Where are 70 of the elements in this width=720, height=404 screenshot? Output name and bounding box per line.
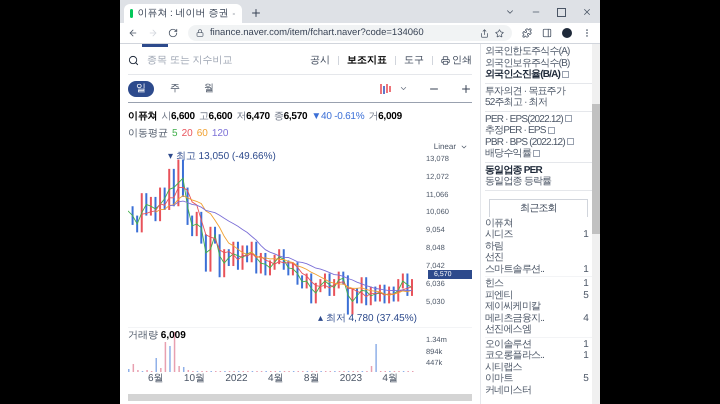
toolbar-link[interactable]: 공시 xyxy=(310,53,330,68)
stock-name: 이퓨쳐 xyxy=(128,110,158,124)
recent-stock-link[interactable]: 제이씨케미칼 xyxy=(485,301,540,312)
info-label: 동일업종 등락률 xyxy=(485,176,552,188)
high-price-marker: ▾ 최고 13,050 (-49.66%) xyxy=(168,150,276,164)
recent-stock-count: 4 xyxy=(583,312,588,324)
info-label: 투자의견 · 목표주가 xyxy=(485,86,567,97)
quote-field: 시6,600 xyxy=(161,109,195,124)
moving-average-label: 이동평균 xyxy=(128,127,168,141)
recent-stock-link[interactable]: 이마트 xyxy=(485,373,513,384)
quote-field: 종6,570 xyxy=(274,109,308,124)
info-label: 배당수익률 xyxy=(485,148,592,160)
recent-stock-link[interactable]: 코오롱플라스.. xyxy=(485,350,544,362)
date-axis-label: 6월 xyxy=(148,373,164,385)
moving-average-period: 20 xyxy=(182,127,193,141)
tab-title: 이퓨쳐 : 네이버 증권 xyxy=(137,7,228,21)
recent-stock-count: 1 xyxy=(583,278,588,290)
recent-stock-link[interactable]: 스마트솔루션.. xyxy=(485,264,544,275)
quote-volume: 거6,009 xyxy=(368,110,402,124)
recent-stock-count: 1 xyxy=(583,264,588,275)
recent-stock-count: 1 xyxy=(583,229,588,240)
recent-stock-link[interactable]: 힌스 xyxy=(485,278,504,290)
recent-stock-count: 1 xyxy=(583,338,588,350)
price-change: ▼40 -0.61% xyxy=(311,110,364,124)
date-axis-label: 4월 xyxy=(382,373,398,385)
recent-stock-link[interactable]: 피엔티 xyxy=(485,290,513,301)
moving-average-period: 60 xyxy=(196,127,208,141)
toolbar-link[interactable]: 도구 xyxy=(404,53,424,68)
date-axis-label: 2022 xyxy=(225,373,248,385)
period-tab[interactable]: 주 xyxy=(162,80,188,96)
quote-field: 고6,600 xyxy=(198,109,232,124)
date-axis-label: 2023 xyxy=(340,373,362,385)
recent-stock-link[interactable]: 하림 xyxy=(485,240,504,252)
recent-stock-link[interactable]: 선진 xyxy=(485,252,504,264)
recent-stock-link[interactable]: 메리츠금융지.. xyxy=(485,312,544,324)
address-field[interactable]: finance.naver.com/item/fchart.naver?code=134060 xyxy=(188,25,512,41)
search-field[interactable]: 종목 또는 지수비교 xyxy=(147,53,302,68)
recent-stock-count: 1 xyxy=(583,350,588,362)
recent-stock-link[interactable]: 커네미스터 xyxy=(485,384,532,396)
info-label: 외국인보유주식수(B) xyxy=(485,58,571,69)
period-tab[interactable]: 일 xyxy=(128,80,154,96)
date-axis-label: 4월 xyxy=(268,373,284,385)
quote-field: 저6,470 xyxy=(236,109,270,124)
toolbar-link[interactable]: 보조지표 xyxy=(347,53,387,68)
recent-stock-link[interactable]: 오이솔루션 xyxy=(485,338,532,350)
recent-stock-count: 5 xyxy=(583,373,588,384)
scale-selector[interactable]: Linear xyxy=(434,141,456,153)
recent-stock-link[interactable]: 이퓨쳐 xyxy=(485,218,513,229)
low-price-marker: ▴ 최저 4,780 (37.45%) xyxy=(318,312,417,326)
recent-views-tab[interactable]: 최근조회 xyxy=(489,198,588,216)
browser-tab[interactable]: 이퓨쳐 : 네이버 증권 xyxy=(124,4,242,23)
recent-stock-link[interactable]: 시디즈 xyxy=(485,229,513,240)
info-label: 외국인한도주식수(A) xyxy=(485,46,571,58)
info-label: PER · EPS(2022.12) xyxy=(485,114,592,125)
info-label: 동일업종 PER xyxy=(485,164,544,176)
moving-average-period: 120 xyxy=(212,127,228,141)
date-axis-label: 8월 xyxy=(304,373,320,385)
info-label: 외국인소진율(B/A) xyxy=(485,69,592,80)
recent-stock-count: 5 xyxy=(583,290,588,301)
period-tab[interactable]: 월 xyxy=(196,80,222,96)
volume-label: 거래량 6,009 xyxy=(128,329,186,343)
recent-stock-link[interactable]: 시티랩스 xyxy=(485,362,522,373)
print-link[interactable]: 인쇄 xyxy=(441,53,472,68)
info-label: 추정PER · EPS xyxy=(485,125,592,136)
info-label: PBR · BPS (2022.12) xyxy=(485,136,592,148)
moving-average-period: 5 xyxy=(172,127,178,141)
recent-stock-link[interactable]: 선진에스엠 xyxy=(485,324,532,336)
url-text: finance.naver.com/item/fchart.naver?code=134060 xyxy=(210,26,424,40)
info-label: 52주최고 · 최저 xyxy=(485,97,548,108)
date-axis-label: 10월 xyxy=(184,373,206,385)
